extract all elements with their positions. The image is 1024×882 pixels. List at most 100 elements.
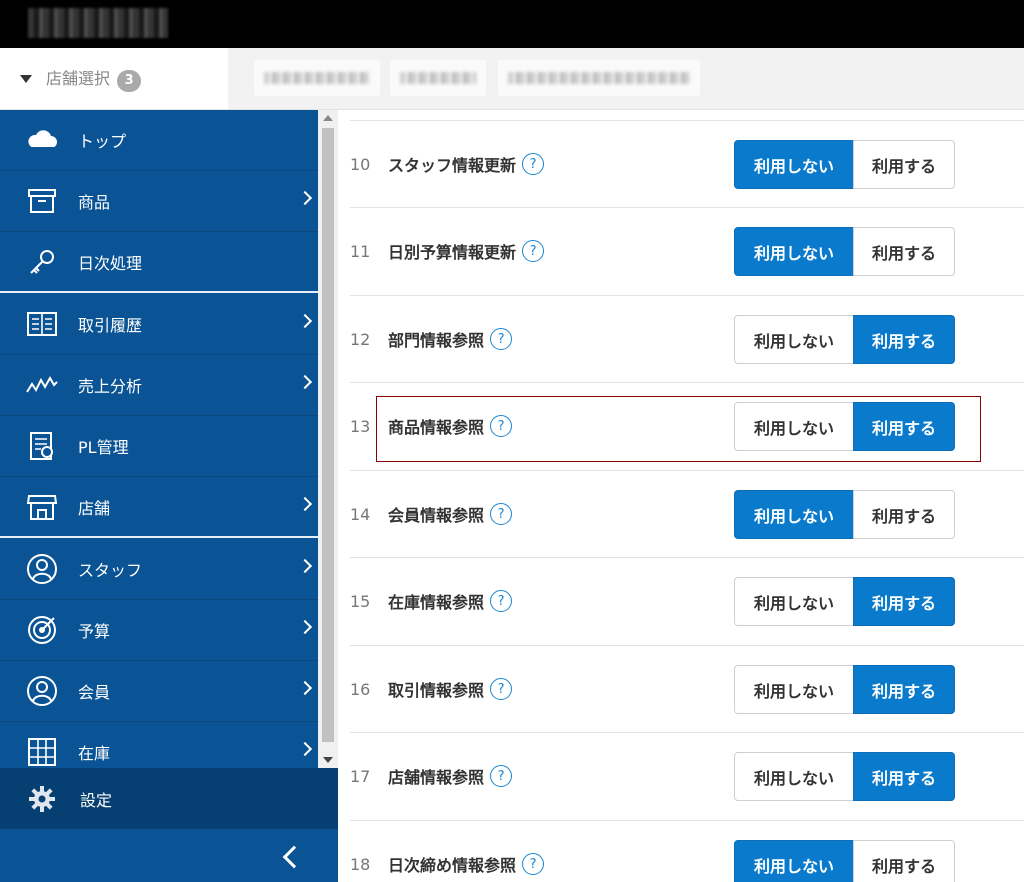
sidebar-item-top[interactable]: トップ (0, 110, 318, 171)
shop-icon (24, 491, 60, 523)
not-use-button[interactable]: 利用しない (734, 665, 854, 714)
sidebar-item-label: 取引履歴 (78, 316, 143, 335)
use-button[interactable]: 利用する (853, 840, 955, 882)
help-icon[interactable]: ? (490, 765, 513, 787)
cloud-icon (24, 124, 60, 156)
row-label: スタッフ情報更新 (388, 156, 517, 175)
chevron-right-icon (297, 619, 313, 635)
scrollbar-thumb[interactable] (322, 128, 334, 742)
row-number: 10 (350, 154, 371, 174)
chevron-right-icon (297, 190, 313, 206)
row-label: 日別予算情報更新 (388, 243, 517, 262)
store-select-toggle[interactable]: 店舗選択 3 (0, 48, 228, 110)
row-number: 14 (350, 504, 371, 524)
usage-toggle: 利用しない 利用する (734, 140, 955, 189)
trend-icon (24, 369, 60, 401)
use-button[interactable]: 利用する (853, 665, 955, 714)
setting-row: 10 スタッフ情報更新 ? 利用しない 利用する (350, 120, 1024, 207)
usage-toggle: 利用しない 利用する (734, 840, 955, 882)
help-icon[interactable]: ? (490, 678, 513, 700)
scroll-down-arrow-icon[interactable] (323, 757, 333, 763)
sidebar-item-label: 会員 (78, 683, 111, 702)
sidebar-item-daily[interactable]: 日次処理 (0, 232, 318, 293)
use-button[interactable]: 利用する (853, 752, 955, 801)
not-use-button[interactable]: 利用しない (734, 402, 854, 451)
sidebar-item-pl[interactable]: PL管理 (0, 416, 318, 477)
sidebar-item-stores[interactable]: 店舗 (0, 477, 318, 538)
row-number: 11 (350, 241, 371, 261)
setting-row: 11 日別予算情報更新 ? 利用しない 利用する (350, 207, 1024, 294)
not-use-button[interactable]: 利用しない (734, 140, 854, 189)
blurred-store-chip[interactable] (390, 60, 486, 96)
help-icon[interactable]: ? (522, 240, 545, 262)
row-label: 日次締め情報参照 (388, 856, 517, 875)
sidebar-item-label: 在庫 (78, 744, 111, 763)
use-button[interactable]: 利用する (853, 490, 955, 539)
help-icon[interactable]: ? (490, 590, 513, 612)
target-icon (24, 614, 60, 646)
not-use-button[interactable]: 利用しない (734, 752, 854, 801)
not-use-button[interactable]: 利用しない (734, 227, 854, 276)
help-icon[interactable]: ? (490, 415, 513, 437)
row-label: 取引情報参照 (388, 681, 485, 700)
sidebar-item-members[interactable]: 会員 (0, 661, 318, 722)
sidebar-item-products[interactable]: 商品 (0, 171, 318, 232)
sidebar-item-label: スタッフ (78, 561, 143, 580)
sidebar-item-transactions[interactable]: 取引履歴 (0, 294, 318, 355)
blurred-store-chip[interactable] (254, 60, 380, 96)
row-number: 12 (350, 329, 371, 349)
row-label: 会員情報参照 (388, 506, 485, 525)
sidebar-scrollbar[interactable] (318, 110, 338, 768)
sidebar-item-staff[interactable]: スタッフ (0, 539, 318, 600)
sidebar: トップ 商品 日次処理 取引履歴 売上分析 PL管理 店舗 スタッフ 予算 会員… (0, 110, 318, 882)
use-button[interactable]: 利用する (853, 577, 955, 626)
store-select-label: 店舗選択 (46, 69, 111, 88)
setting-row: 17 店舗情報参照 ? 利用しない 利用する (350, 732, 1024, 819)
setting-row: 13 商品情報参照 ? 利用しない 利用する (350, 382, 1024, 469)
row-label: 在庫情報参照 (388, 593, 485, 612)
row-label: 部門情報参照 (388, 331, 485, 350)
row-number: 18 (350, 854, 371, 874)
sidebar-item-settings[interactable]: 設定 (0, 768, 338, 829)
sidebar-item-sales-analysis[interactable]: 売上分析 (0, 355, 318, 416)
row-number: 13 (350, 416, 371, 436)
not-use-button[interactable]: 利用しない (734, 577, 854, 626)
sidebar-item-label: トップ (78, 132, 127, 151)
use-button[interactable]: 利用する (853, 315, 955, 364)
use-button[interactable]: 利用する (853, 402, 955, 451)
box-icon (24, 185, 60, 217)
not-use-button[interactable]: 利用しない (734, 840, 854, 882)
use-button[interactable]: 利用する (853, 227, 955, 276)
chevron-right-icon (297, 741, 313, 757)
not-use-button[interactable]: 利用しない (734, 315, 854, 364)
caret-down-icon (20, 74, 32, 83)
usage-toggle: 利用しない 利用する (734, 577, 955, 626)
settings-list: 10 スタッフ情報更新 ? 利用しない 利用する 11 日別予算情報更新 ? 利… (338, 110, 1024, 882)
chevron-right-icon (297, 313, 313, 329)
setting-row: 12 部門情報参照 ? 利用しない 利用する (350, 295, 1024, 382)
setting-row: 15 在庫情報参照 ? 利用しない 利用する (350, 557, 1024, 644)
usage-toggle: 利用しない 利用する (734, 402, 955, 451)
not-use-button[interactable]: 利用しない (734, 490, 854, 539)
gear-icon (24, 783, 60, 815)
chevron-right-icon (297, 680, 313, 696)
use-button[interactable]: 利用する (853, 140, 955, 189)
help-icon[interactable]: ? (490, 503, 513, 525)
usage-toggle: 利用しない 利用する (734, 665, 955, 714)
sidebar-item-label: 予算 (78, 622, 111, 641)
key-icon (24, 246, 60, 278)
blurred-store-chip[interactable] (498, 60, 700, 96)
usage-toggle: 利用しない 利用する (734, 315, 955, 364)
store-chips-bar (228, 48, 1024, 110)
help-icon[interactable]: ? (522, 853, 545, 875)
scroll-up-arrow-icon[interactable] (323, 115, 333, 121)
sidebar-item-budget[interactable]: 予算 (0, 600, 318, 661)
help-icon[interactable]: ? (490, 328, 513, 350)
collapse-sidebar-button[interactable] (0, 829, 338, 882)
row-number: 15 (350, 591, 371, 611)
usage-toggle: 利用しない 利用する (734, 227, 955, 276)
help-icon[interactable]: ? (522, 153, 545, 175)
sidebar-item-label: 売上分析 (78, 377, 143, 396)
report-icon (24, 430, 60, 462)
staff-icon (24, 553, 60, 585)
